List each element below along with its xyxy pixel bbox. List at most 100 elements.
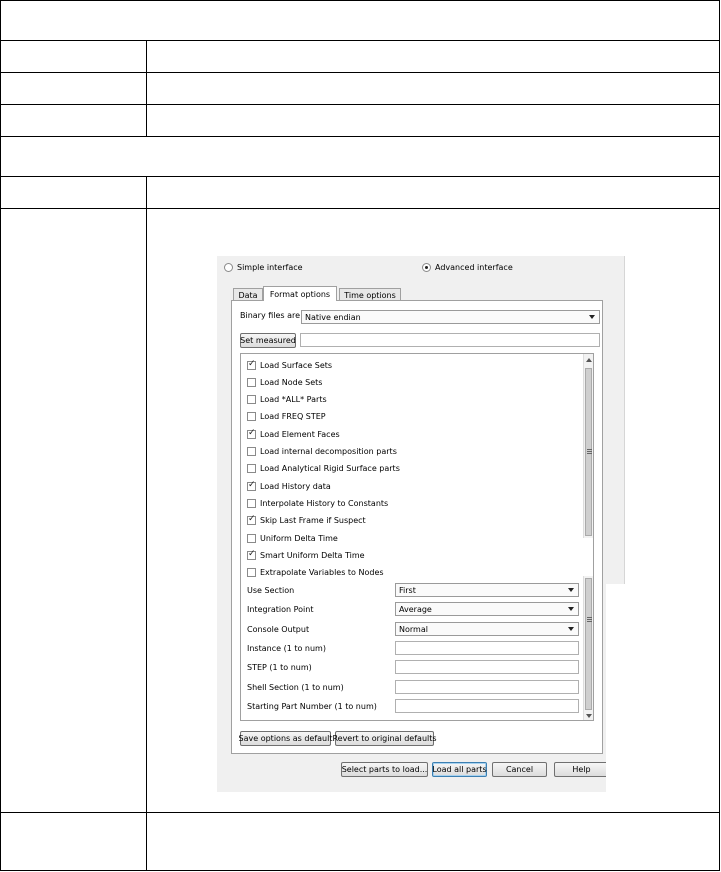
- checkbox-icon: [247, 412, 256, 422]
- option-checkbox[interactable]: Load History data: [247, 479, 331, 493]
- option-label: Load Surface Sets: [260, 360, 333, 370]
- table-border-top: [0, 0, 719, 1]
- option-checkbox[interactable]: Skip Last Frame if Suspect: [247, 514, 366, 528]
- table-rule: [0, 176, 719, 177]
- option-checkbox[interactable]: Interpolate History to Constants: [247, 496, 388, 510]
- checkbox-checked-icon: [247, 549, 256, 560]
- checkbox-icon: [247, 464, 256, 474]
- option-checkbox[interactable]: Load FREQ STEP: [247, 410, 326, 424]
- table-rule: [0, 136, 719, 137]
- tab-time-options-label: Time options: [344, 290, 396, 300]
- simple-interface-label: Simple interface: [237, 263, 303, 272]
- options-scrollbar-lower[interactable]: [583, 576, 593, 720]
- table-rule: [0, 104, 719, 105]
- save-options-default-button[interactable]: Save options as default: [238, 731, 333, 746]
- step-input[interactable]: [395, 660, 579, 674]
- table-rule: [0, 72, 719, 73]
- option-label: Uniform Delta Time: [260, 533, 338, 543]
- help-label: Help: [572, 765, 591, 774]
- binary-files-select[interactable]: Native endian: [301, 310, 600, 324]
- select-parts-button[interactable]: Select parts to load...: [341, 762, 428, 777]
- radio-icon: [224, 263, 233, 272]
- chevron-down-icon: [568, 607, 574, 611]
- option-label: Load History data: [260, 481, 331, 491]
- option-label: Load FREQ STEP: [260, 412, 326, 422]
- shell-section-label: Shell Section (1 to num): [247, 682, 344, 692]
- screenshot-border-right: [624, 256, 625, 584]
- table-border-left: [0, 0, 1, 871]
- grip-icon: [587, 453, 592, 454]
- integration-point-select[interactable]: Average: [395, 602, 579, 616]
- help-button[interactable]: Help: [554, 762, 609, 777]
- grip-icon: [587, 619, 592, 620]
- grip-icon: [587, 621, 592, 622]
- scroll-down-icon: [586, 714, 592, 718]
- cancel-button[interactable]: Cancel: [492, 762, 547, 777]
- option-checkbox[interactable]: Load Analytical Rigid Surface parts: [247, 462, 400, 476]
- option-checkbox[interactable]: Uniform Delta Time: [247, 531, 338, 545]
- chevron-down-icon: [589, 315, 595, 319]
- option-label: Load *ALL* Parts: [260, 395, 327, 405]
- checkbox-icon: [247, 533, 256, 543]
- checkbox-icon: [247, 447, 256, 456]
- cancel-label: Cancel: [505, 765, 534, 774]
- scrollbar-thumb[interactable]: [585, 578, 592, 710]
- table-col-divider: [146, 40, 147, 136]
- load-all-parts-label: Load all parts: [432, 765, 487, 774]
- advanced-interface-radio[interactable]: Advanced interface: [422, 263, 513, 272]
- shell-section-input[interactable]: [395, 680, 579, 694]
- options-scrollbar[interactable]: [583, 354, 593, 538]
- checkbox-icon: [247, 377, 256, 387]
- use-section-label: Use Section: [247, 585, 295, 595]
- grip-icon: [587, 451, 592, 452]
- console-output-select[interactable]: Normal: [395, 622, 579, 636]
- option-label: Load Node Sets: [260, 377, 323, 387]
- integration-point-value: Average: [399, 604, 432, 614]
- integration-point-label: Integration Point: [247, 604, 314, 614]
- instance-input[interactable]: [395, 641, 579, 655]
- option-checkbox[interactable]: Load Surface Sets: [247, 358, 332, 372]
- option-label: Extrapolate Variables to Nodes: [260, 568, 384, 578]
- tab-data-label: Data: [238, 290, 258, 300]
- starting-part-number-input[interactable]: [395, 699, 579, 713]
- checkbox-checked-icon: [247, 480, 256, 491]
- option-label: Load Analytical Rigid Surface parts: [260, 464, 400, 474]
- simple-interface-radio[interactable]: Simple interface: [224, 263, 303, 272]
- option-label: Interpolate History to Constants: [260, 498, 389, 508]
- load-all-parts-button[interactable]: Load all parts: [432, 762, 487, 777]
- console-output-value: Normal: [399, 624, 428, 634]
- use-section-select[interactable]: First: [395, 583, 579, 597]
- set-measured-label: Set measured: [240, 336, 296, 345]
- set-measured-field[interactable]: [300, 333, 600, 347]
- option-checkbox[interactable]: Extrapolate Variables to Nodes: [247, 566, 384, 580]
- use-section-value: First: [399, 585, 416, 595]
- option-label: Skip Last Frame if Suspect: [260, 516, 366, 526]
- revert-defaults-button[interactable]: Revert to original defaults: [332, 731, 437, 746]
- scrollbar-thumb[interactable]: [585, 368, 592, 536]
- checkbox-icon: [247, 498, 256, 508]
- set-measured-button[interactable]: Set measured: [240, 333, 296, 348]
- option-checkbox[interactable]: Load Element Faces: [247, 427, 340, 441]
- select-parts-label: Select parts to load...: [341, 765, 428, 774]
- options-list: Load Surface Sets Load Node Sets Load *ALL…: [240, 353, 594, 721]
- table-rule: [0, 870, 719, 871]
- starting-part-number-label: Starting Part Number (1 to num): [247, 701, 377, 711]
- checkbox-icon: [247, 395, 256, 405]
- save-options-default-label: Save options as default: [238, 734, 333, 743]
- advanced-interface-label: Advanced interface: [435, 263, 513, 272]
- console-output-label: Console Output: [247, 624, 310, 634]
- option-label: Load internal decomposition parts: [260, 447, 397, 456]
- table-rule: [0, 40, 719, 41]
- option-checkbox[interactable]: Load *ALL* Parts: [247, 393, 327, 407]
- checkbox-checked-icon: [247, 359, 256, 370]
- table-col-divider: [146, 176, 147, 871]
- option-checkbox[interactable]: Load internal decomposition parts: [247, 445, 397, 459]
- checkbox-checked-icon: [247, 428, 256, 439]
- option-checkbox[interactable]: Smart Uniform Delta Time: [247, 548, 365, 562]
- tab-format-options[interactable]: Format options: [263, 286, 337, 301]
- binary-files-value: Native endian: [305, 312, 361, 322]
- step-label: STEP (1 to num): [247, 662, 312, 672]
- option-checkbox[interactable]: Load Node Sets: [247, 375, 322, 389]
- binary-files-label: Binary files are:: [240, 311, 303, 320]
- option-label: Load Element Faces: [260, 429, 340, 439]
